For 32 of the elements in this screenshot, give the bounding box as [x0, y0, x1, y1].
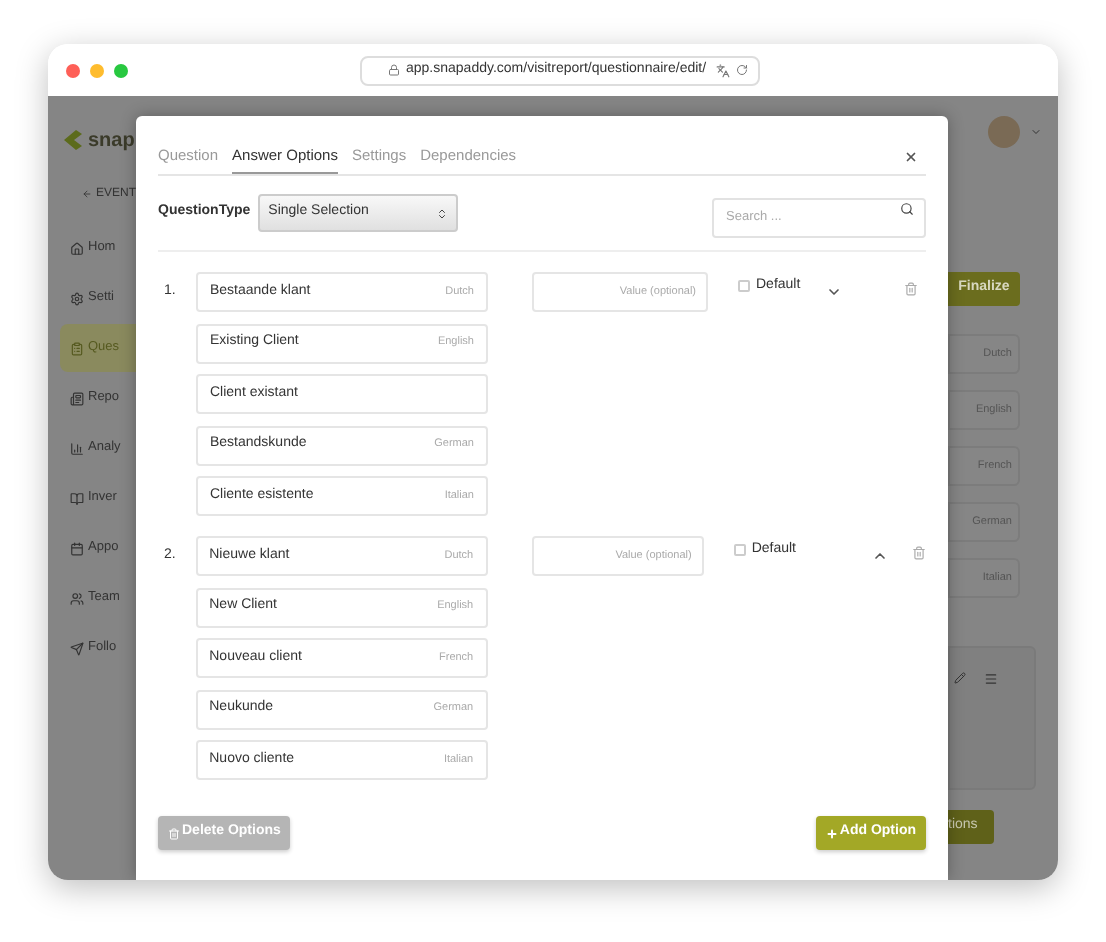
close-window-button[interactable]	[66, 63, 80, 77]
trash-icon[interactable]	[904, 282, 919, 296]
chevron-down-icon[interactable]	[826, 284, 843, 300]
bar-chart-icon	[70, 441, 84, 455]
trash-icon[interactable]	[912, 546, 926, 560]
logo-text: snap	[88, 127, 135, 155]
people-icon	[70, 591, 84, 605]
search-icon[interactable]	[900, 201, 914, 216]
back-arrow-icon	[82, 188, 92, 200]
trash-icon	[168, 827, 180, 839]
clipboard-icon	[70, 341, 84, 355]
calendar-icon	[70, 541, 84, 555]
default-checkbox[interactable]	[738, 280, 750, 293]
reload-icon[interactable]	[736, 64, 748, 76]
book-icon	[70, 491, 84, 505]
minimize-window-button[interactable]	[90, 63, 104, 77]
translate-icon[interactable]	[716, 63, 730, 77]
home-icon	[70, 241, 84, 255]
chevron-up-icon[interactable]	[872, 548, 888, 564]
plus-icon	[825, 827, 838, 839]
close-icon[interactable]	[904, 150, 918, 164]
caret-icon[interactable]	[1030, 126, 1042, 138]
zoom-window-button[interactable]	[114, 63, 128, 77]
paper-plane-icon	[70, 641, 84, 655]
avatar[interactable]	[988, 116, 1020, 148]
newspaper-icon	[70, 391, 84, 405]
pencil-icon[interactable]	[954, 672, 966, 684]
gears-icon	[70, 291, 84, 305]
menu-icon[interactable]	[984, 672, 998, 686]
default-checkbox[interactable]	[733, 544, 746, 557]
logo-icon	[60, 128, 84, 152]
lock-icon	[388, 64, 400, 76]
